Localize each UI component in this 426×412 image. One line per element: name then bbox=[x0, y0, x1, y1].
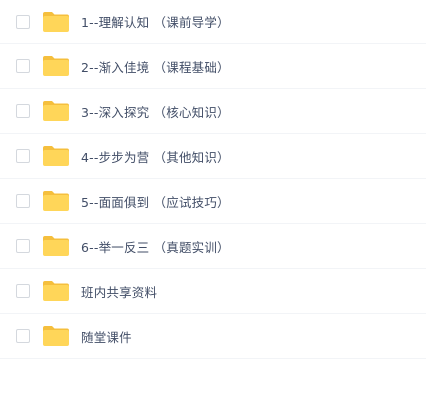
item-checkbox[interactable] bbox=[16, 284, 30, 298]
folder-icon[interactable] bbox=[42, 55, 70, 77]
item-checkbox[interactable] bbox=[16, 59, 30, 73]
folder-icon[interactable] bbox=[42, 100, 70, 122]
item-checkbox[interactable] bbox=[16, 194, 30, 208]
folder-icon[interactable] bbox=[42, 11, 70, 33]
item-checkbox[interactable] bbox=[16, 14, 30, 29]
list-item[interactable]: 2--渐入佳境 （课程基础） bbox=[0, 44, 426, 89]
list-item[interactable]: 3--深入探究 （核心知识） bbox=[0, 89, 426, 134]
list-item[interactable]: 1--理解认知 （课前导学） bbox=[0, 0, 426, 44]
list-item[interactable]: 班内共享资料 bbox=[0, 269, 426, 314]
file-name[interactable]: 随堂课件 bbox=[81, 327, 132, 346]
item-checkbox[interactable] bbox=[16, 239, 30, 253]
file-list: 1--理解认知 （课前导学） 2--渐入佳境 （课程基础） 3--深入探究 （核… bbox=[0, 0, 426, 412]
folder-icon[interactable] bbox=[42, 190, 70, 212]
file-name[interactable]: 2--渐入佳境 （课程基础） bbox=[81, 57, 230, 76]
item-checkbox[interactable] bbox=[16, 149, 30, 163]
file-name[interactable]: 3--深入探究 （核心知识） bbox=[81, 102, 230, 121]
file-name[interactable]: 5--面面俱到 （应试技巧） bbox=[81, 192, 230, 211]
file-name[interactable]: 班内共享资料 bbox=[81, 282, 157, 301]
folder-icon[interactable] bbox=[42, 325, 70, 347]
item-checkbox[interactable] bbox=[16, 329, 30, 343]
folder-icon[interactable] bbox=[42, 235, 70, 257]
file-name[interactable]: 4--步步为营 （其他知识） bbox=[81, 147, 230, 166]
folder-icon[interactable] bbox=[42, 280, 70, 302]
folder-icon[interactable] bbox=[42, 145, 70, 167]
list-item[interactable]: 6--举一反三 （真题实训） bbox=[0, 224, 426, 269]
list-item[interactable]: 随堂课件 bbox=[0, 314, 426, 359]
item-checkbox[interactable] bbox=[16, 104, 30, 118]
file-name[interactable]: 6--举一反三 （真题实训） bbox=[81, 237, 230, 256]
file-name[interactable]: 1--理解认知 （课前导学） bbox=[81, 12, 230, 31]
list-item[interactable]: 5--面面俱到 （应试技巧） bbox=[0, 179, 426, 224]
list-item[interactable]: 4--步步为营 （其他知识） bbox=[0, 134, 426, 179]
